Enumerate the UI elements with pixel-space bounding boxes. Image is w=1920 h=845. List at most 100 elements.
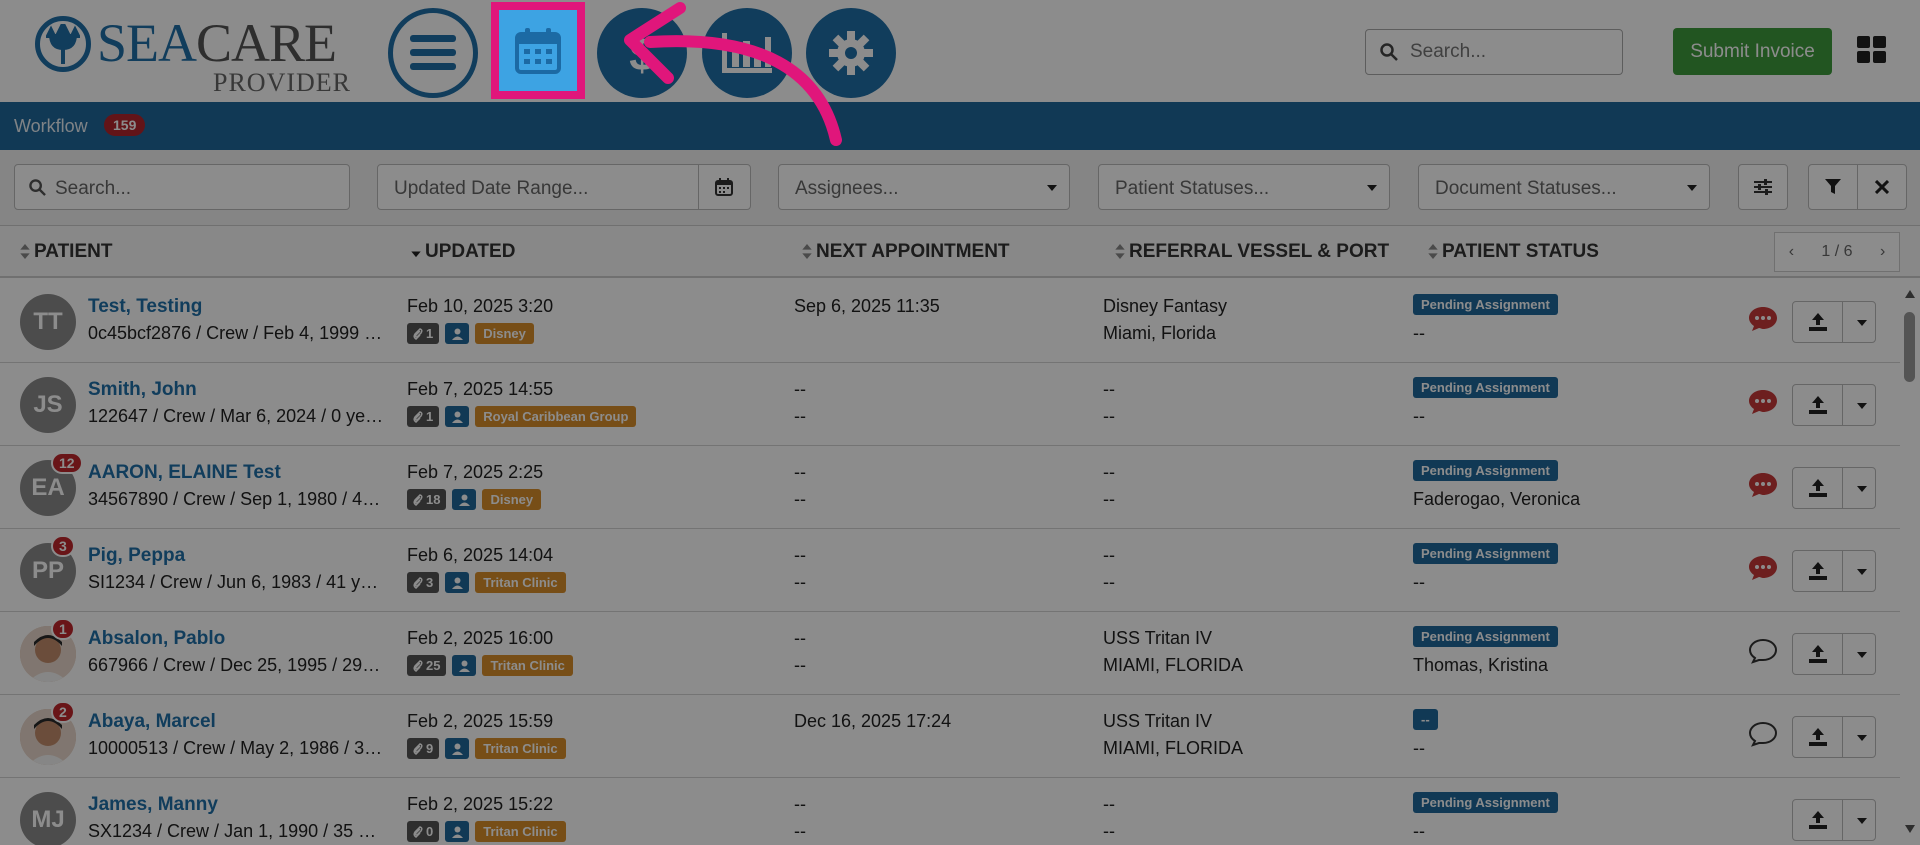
paperclip-icon <box>413 825 423 838</box>
row-actions <box>1792 384 1876 426</box>
chat-icon[interactable] <box>1748 638 1778 664</box>
column-header-patient-status[interactable]: PATIENT STATUS <box>1428 241 1599 263</box>
upload-button[interactable] <box>1793 634 1843 674</box>
assigned-user-badge[interactable] <box>445 572 470 593</box>
column-header-patient[interactable]: PATIENT <box>20 241 112 263</box>
patient-name-link[interactable]: Absalon, Pablo <box>88 628 225 650</box>
assignees-select[interactable]: Assignees... <box>778 164 1070 210</box>
row-tags: 9 Tritan Clinic <box>407 738 566 760</box>
row-actions-dropdown[interactable] <box>1857 818 1867 824</box>
attachment-count-badge[interactable]: 18 <box>407 489 447 510</box>
upload-button[interactable] <box>1793 551 1843 591</box>
row-actions-dropdown[interactable] <box>1857 486 1867 492</box>
column-header-updated[interactable]: UPDATED <box>411 241 515 263</box>
notification-badge: 12 <box>51 452 83 474</box>
chat-icon[interactable] <box>1748 472 1778 498</box>
row-actions-dropdown[interactable] <box>1857 569 1867 575</box>
attachment-count-badge[interactable]: 25 <box>407 655 447 676</box>
scroll-down-icon[interactable] <box>1905 825 1915 833</box>
attachment-count-badge[interactable]: 9 <box>407 738 440 759</box>
date-range-field[interactable]: Updated Date Range... <box>377 164 751 210</box>
paperclip-icon <box>413 410 423 423</box>
avatar[interactable]: TT <box>20 294 76 350</box>
column-header-referral-vessel-port[interactable]: REFERRAL VESSEL & PORT <box>1115 241 1389 263</box>
attachment-count-badge[interactable]: 0 <box>407 821 440 842</box>
assigned-user-badge[interactable] <box>445 323 470 344</box>
billing-button[interactable]: $ <box>597 8 687 98</box>
assigned-user-badge[interactable] <box>452 489 477 510</box>
filter-settings-button[interactable] <box>1738 164 1788 210</box>
seacare-logo[interactable]: SEACARE PROVIDER <box>35 12 355 96</box>
chat-icon[interactable] <box>1748 389 1778 415</box>
column-header-next-appointment[interactable]: NEXT APPOINTMENT <box>802 241 1010 263</box>
table-row[interactable]: TT Test, Testing 0c45bcf2876 / Crew / Feb … <box>0 280 1900 363</box>
assigned-user-badge[interactable] <box>445 821 470 842</box>
apps-grid-icon[interactable] <box>1857 36 1887 64</box>
upload-button[interactable] <box>1793 468 1843 508</box>
patient-name-link[interactable]: James, Manny <box>88 794 218 816</box>
attachment-count-badge[interactable]: 3 <box>407 572 440 593</box>
menu-button[interactable] <box>388 8 478 98</box>
attachment-count-badge[interactable]: 1 <box>407 323 440 344</box>
patient-name-link[interactable]: Pig, Peppa <box>88 545 185 567</box>
prev-page-button[interactable]: ‹ <box>1789 243 1794 261</box>
calendar-nav-button[interactable] <box>499 10 577 91</box>
global-search-field[interactable] <box>1365 29 1623 75</box>
global-search-input[interactable] <box>1410 30 1610 74</box>
upload-button[interactable] <box>1793 800 1843 840</box>
scrollbar-thumb[interactable] <box>1904 312 1915 382</box>
chat-icon[interactable] <box>1748 555 1778 581</box>
row-tags: 1 Royal Caribbean Group <box>407 406 637 428</box>
avatar[interactable]: JS <box>20 377 76 433</box>
settings-button[interactable] <box>806 8 896 98</box>
search-icon <box>29 179 46 196</box>
assigned-user-badge[interactable] <box>452 655 477 676</box>
chat-icon[interactable] <box>1748 306 1778 332</box>
table-row[interactable]: 2 Abaya, Marcel 10000513 / Crew / May 2, 1… <box>0 695 1900 778</box>
scroll-up-icon[interactable] <box>1905 290 1915 298</box>
upload-button[interactable] <box>1793 385 1843 425</box>
chat-icon[interactable] <box>1748 721 1778 747</box>
patient-statuses-select[interactable]: Patient Statuses... <box>1098 164 1390 210</box>
notification-badge: 3 <box>51 535 75 557</box>
avatar[interactable]: MJ <box>20 792 76 845</box>
user-icon <box>451 577 463 589</box>
apply-filter-button[interactable] <box>1808 164 1858 210</box>
reports-button[interactable] <box>702 8 792 98</box>
user-icon <box>451 411 463 423</box>
menu-icon <box>410 35 456 70</box>
table-row[interactable]: EA 12 AARON, ELAINE Test 34567890 / Crew / … <box>0 446 1900 529</box>
scrollbar[interactable] <box>1900 280 1920 845</box>
patient-name-link[interactable]: Abaya, Marcel <box>88 711 216 733</box>
row-actions <box>1792 799 1876 841</box>
calendar-icon[interactable] <box>715 178 733 196</box>
patient-name-link[interactable]: AARON, ELAINE Test <box>88 462 281 484</box>
row-actions-dropdown[interactable] <box>1857 735 1867 741</box>
upload-button[interactable] <box>1793 717 1843 757</box>
table-row[interactable]: 1 Absalon, Pablo 667966 / Crew / Dec 25, 1… <box>0 612 1900 695</box>
patient-name-link[interactable]: Test, Testing <box>88 296 202 318</box>
submit-invoice-button[interactable]: Submit Invoice <box>1673 28 1832 75</box>
document-statuses-select[interactable]: Document Statuses... <box>1418 164 1710 210</box>
assigned-user-badge[interactable] <box>445 738 470 759</box>
row-actions-dropdown[interactable] <box>1857 320 1867 326</box>
row-actions-dropdown[interactable] <box>1857 403 1867 409</box>
filter-search-field[interactable]: Search... <box>14 164 350 210</box>
assignee-name: -- <box>1413 323 1425 343</box>
patient-meta: 122647 / Crew / Mar 6, 2024 / 0 years <box>88 406 384 426</box>
assignees-placeholder: Assignees... <box>795 178 899 199</box>
patient-name-link[interactable]: Smith, John <box>88 379 197 401</box>
upload-button[interactable] <box>1793 302 1843 342</box>
date-range-placeholder: Updated Date Range... <box>394 178 589 199</box>
next-page-button[interactable]: › <box>1880 243 1885 261</box>
clear-filter-button[interactable] <box>1857 164 1907 210</box>
chevron-down-icon <box>1367 185 1377 191</box>
assigned-user-badge[interactable] <box>445 406 470 427</box>
table-row[interactable]: JS Smith, John 122647 / Crew / Mar 6, 2024… <box>0 363 1900 446</box>
table-row[interactable]: PP 3 Pig, Peppa SI1234 / Crew / Jun 6, 1983… <box>0 529 1900 612</box>
next-appointment-secondary: -- <box>794 489 806 509</box>
workflow-tab[interactable]: Workflow <box>14 116 88 137</box>
row-actions-dropdown[interactable] <box>1857 652 1867 658</box>
table-row[interactable]: MJ James, Manny SX1234 / Crew / Jan 1, 199… <box>0 778 1900 845</box>
attachment-count-badge[interactable]: 1 <box>407 406 440 427</box>
